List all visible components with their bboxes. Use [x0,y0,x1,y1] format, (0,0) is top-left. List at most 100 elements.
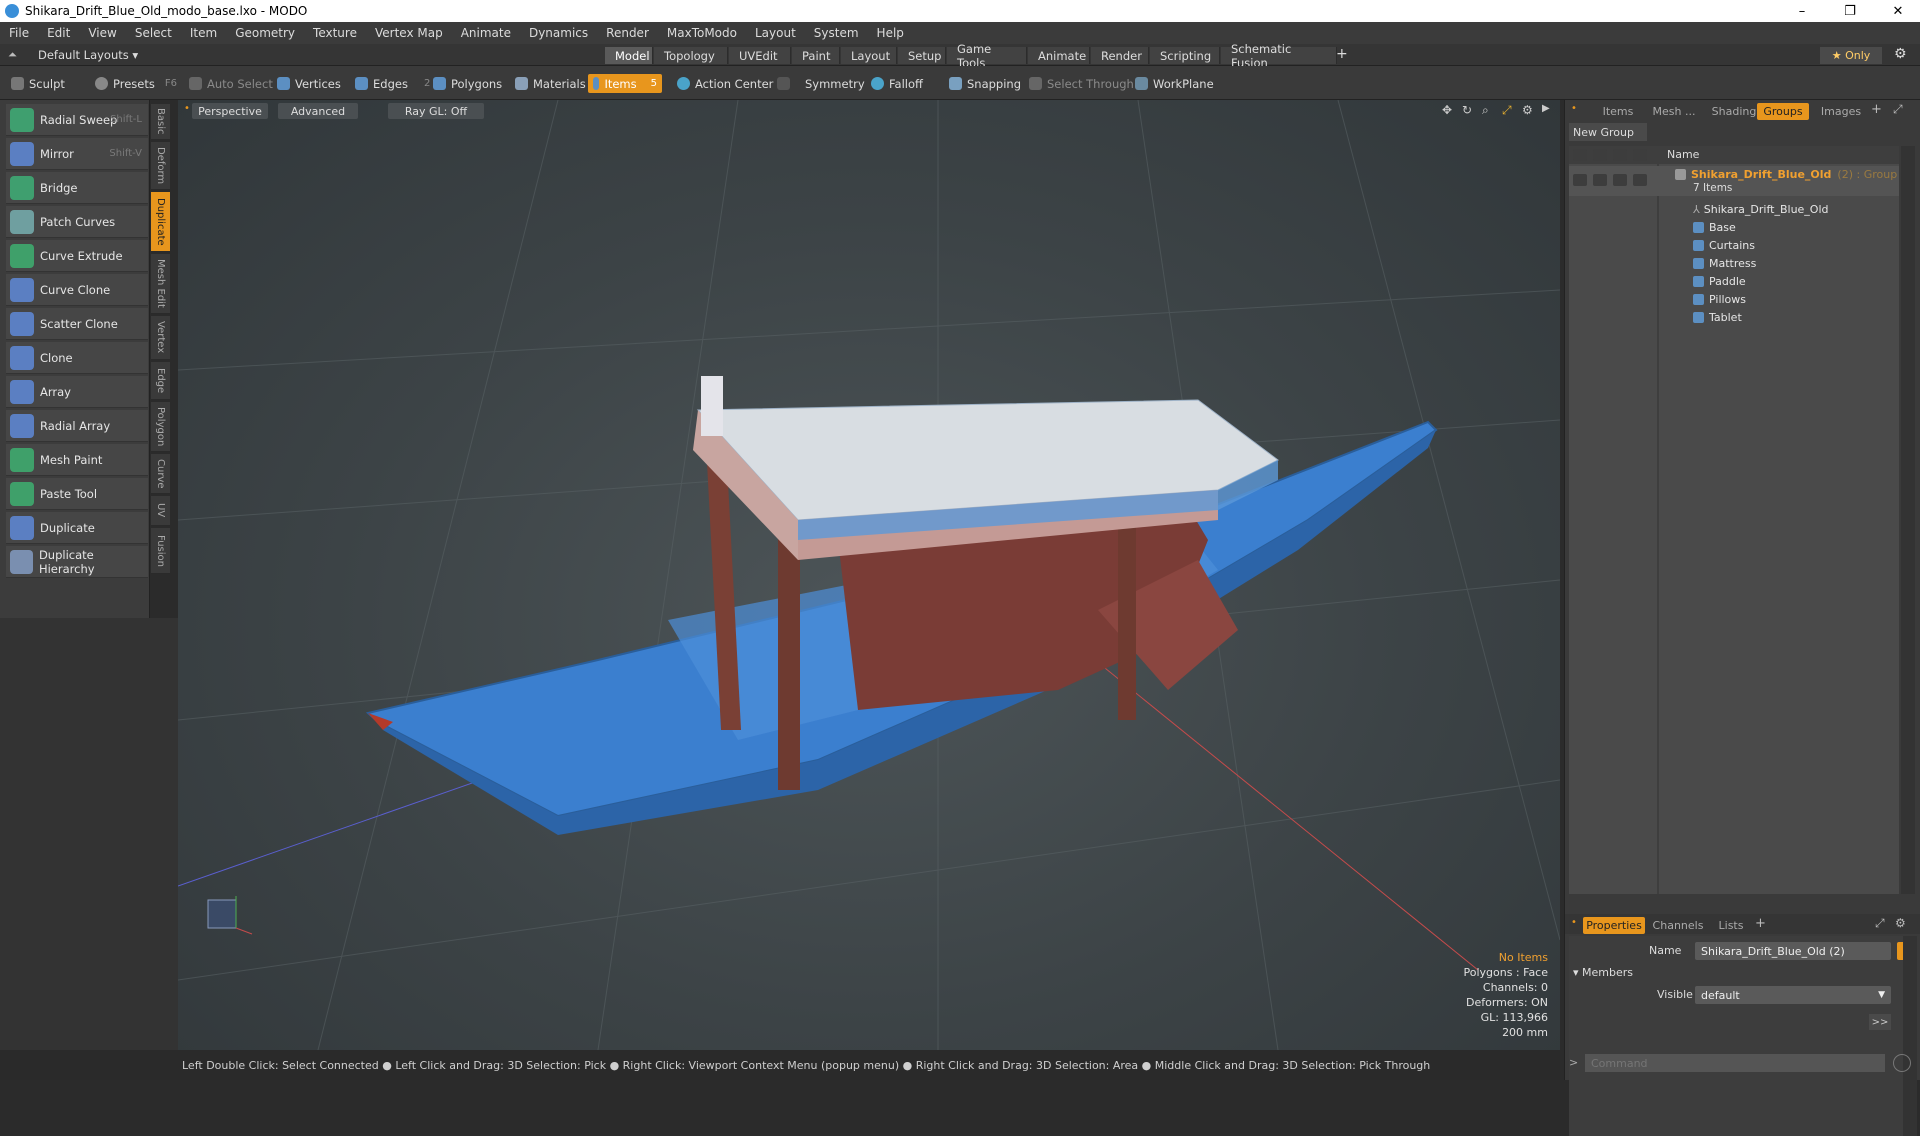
minimize-button[interactable]: – [1780,0,1824,22]
move-view-icon[interactable]: ✥ [1442,103,1452,117]
tree-scrollbar[interactable] [1901,146,1915,894]
materials-button[interactable]: Materials [510,74,591,93]
raygl-toggle[interactable]: Ray GL: Off [388,103,484,119]
tree-item-tablet[interactable]: Tablet [1569,308,1899,326]
rotate-view-icon[interactable]: ↻ [1462,103,1472,117]
panel-expand-icon[interactable]: ⤢ [1893,102,1903,117]
props-gear-icon[interactable]: ⚙ [1895,916,1906,930]
paste-tool[interactable]: Paste Tool [6,478,148,510]
new-group-button[interactable]: New Group [1569,123,1647,141]
menu-layout[interactable]: Layout [746,26,805,40]
duplicate-tool[interactable]: Duplicate [6,512,148,544]
menu-item[interactable]: Item [181,26,226,40]
tab-model[interactable]: Model [605,47,653,64]
side-tab-deform[interactable]: Deform [151,142,170,190]
patch-curves-tool[interactable]: Patch Curves [6,206,148,238]
tab-shading[interactable]: Shading [1705,103,1763,120]
zoom-view-icon[interactable]: ⌕ [1482,103,1489,118]
side-tab-polygon[interactable]: Polygon [151,402,170,452]
visibility-column-icon[interactable] [1573,149,1587,161]
default-layouts-dropdown[interactable]: Default Layouts ▾ [38,48,138,62]
tab-scripting[interactable]: Scripting [1150,47,1220,64]
symmetry-button[interactable]: Symmetry [772,74,870,93]
add-panel-tab-icon[interactable]: + [1871,102,1882,117]
visible-dropdown[interactable]: default ▼ [1695,986,1891,1004]
array-tool[interactable]: Array [6,376,148,408]
menu-system[interactable]: System [805,26,868,40]
mesh-paint-tool[interactable]: Mesh Paint [6,444,148,476]
add-tab-button[interactable]: + [1336,46,1348,62]
items-button[interactable]: Items 5 [588,74,662,93]
clone-tool[interactable]: Clone [6,342,148,374]
tab-groups[interactable]: Groups [1757,103,1809,120]
tab-uvedit[interactable]: UVEdit [729,47,791,64]
tab-items[interactable]: Items [1593,103,1643,120]
radial-array-tool[interactable]: Radial Array [6,410,148,442]
menu-animate[interactable]: Animate [452,26,520,40]
duplicate-hierarchy-tool[interactable]: Duplicate Hierarchy [6,546,148,578]
tab-schematic-fusion[interactable]: Schematic Fusion [1221,42,1337,70]
curve-extrude-tool[interactable]: Curve Extrude [6,240,148,272]
bridge-tool[interactable]: Bridge [6,172,148,204]
tab-layout[interactable]: Layout [841,47,897,64]
side-tab-duplicate[interactable]: Duplicate [151,192,170,252]
sculpt-button[interactable]: Sculpt [6,74,70,93]
command-input[interactable] [1585,1054,1885,1072]
side-tab-uv[interactable]: UV [151,496,170,526]
radial-sweep-tool[interactable]: Radial Sweep Shift-L [6,104,148,136]
lock-column-icon[interactable] [1613,149,1627,161]
maximize-button[interactable]: ❐ [1828,0,1872,22]
members-section[interactable]: ▾ Members [1573,966,1633,979]
menu-edit[interactable]: Edit [38,26,79,40]
side-tab-mesh-edit[interactable]: Mesh Edit [151,254,170,314]
menu-help[interactable]: Help [868,26,913,40]
menu-render[interactable]: Render [597,26,658,40]
falloff-button[interactable]: Falloff [866,74,928,93]
presets-button[interactable]: Presets F6 [90,74,182,93]
3d-viewport[interactable]: • Perspective Advanced Ray GL: Off ✥ ↻ ⌕… [178,100,1560,1050]
menu-view[interactable]: View [79,26,125,40]
fit-view-icon[interactable]: ⤢ [1502,103,1512,118]
render-column-icon[interactable] [1593,149,1607,161]
tab-game-tools[interactable]: Game Tools [947,42,1027,70]
side-tab-vertex[interactable]: Vertex [151,316,170,360]
tab-mesh[interactable]: Mesh ... [1647,103,1701,120]
workplane-button[interactable]: WorkPlane [1130,74,1219,93]
close-button[interactable]: ✕ [1876,0,1920,22]
tab-render[interactable]: Render [1091,47,1149,64]
viewport-expand-icon[interactable]: ▶ [1542,103,1550,114]
tree-item-curtains[interactable]: Curtains [1569,236,1899,254]
tree-item-pillows[interactable]: Pillows [1569,290,1899,308]
menu-vertex-map[interactable]: Vertex Map [366,26,452,40]
group-visibility-icon[interactable] [1573,174,1587,186]
side-tab-fusion[interactable]: Fusion [151,528,170,574]
name-field[interactable]: Shikara_Drift_Blue_Old (2) [1695,942,1891,960]
shading-mode-button[interactable]: Advanced [278,103,358,119]
tree-item-base[interactable]: Base [1569,218,1899,236]
side-tab-edge[interactable]: Edge [151,362,170,400]
tab-images[interactable]: Images [1815,103,1867,120]
curve-clone-tool[interactable]: Curve Clone [6,274,148,306]
select-column-icon[interactable] [1633,149,1647,161]
expand-members-button[interactable]: >> [1869,1014,1891,1030]
menu-file[interactable]: File [0,26,38,40]
group-lock-icon[interactable] [1613,174,1627,186]
action-center-button[interactable]: Action Center [672,74,778,93]
tab-lists[interactable]: Lists [1711,917,1751,934]
tree-item-mattress[interactable]: Mattress [1569,254,1899,272]
tree-item-root[interactable]: ⅄ Shikara_Drift_Blue_Old [1569,200,1899,218]
only-toggle[interactable]: ★ Only [1820,47,1882,64]
snapping-button[interactable]: Snapping [944,74,1026,93]
menu-geometry[interactable]: Geometry [226,26,304,40]
tab-channels[interactable]: Channels [1649,917,1707,934]
group-select-icon[interactable] [1633,174,1647,186]
command-record-icon[interactable] [1893,1054,1911,1072]
props-expand-icon[interactable]: ⤢ [1875,916,1885,931]
mirror-tool[interactable]: Mirror Shift-V [6,138,148,170]
tab-setup[interactable]: Setup [898,47,946,64]
menu-dynamics[interactable]: Dynamics [520,26,597,40]
side-tab-basic[interactable]: Basic [151,104,170,140]
menu-texture[interactable]: Texture [304,26,366,40]
auto-select-button[interactable]: Auto Select [184,74,278,93]
menu-maxtomodo[interactable]: MaxToModo [658,26,746,40]
